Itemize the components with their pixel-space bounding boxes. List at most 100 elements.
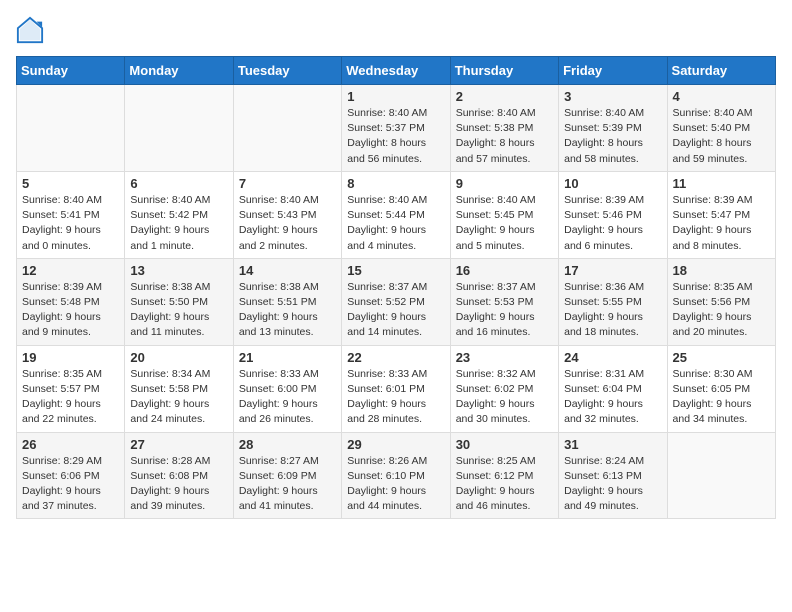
calendar-body: 1 Sunrise: 8:40 AM Sunset: 5:37 PM Daylig… (17, 85, 776, 519)
day-info: Sunrise: 8:39 AM Sunset: 5:46 PM Dayligh… (564, 193, 661, 254)
calendar-cell: 22 Sunrise: 8:33 AM Sunset: 6:01 PM Dayli… (342, 345, 450, 432)
calendar-cell: 12 Sunrise: 8:39 AM Sunset: 5:48 PM Dayli… (17, 258, 125, 345)
day-number: 23 (456, 350, 553, 365)
day-info: Sunrise: 8:40 AM Sunset: 5:41 PM Dayligh… (22, 193, 119, 254)
weekday-header-monday: Monday (125, 57, 233, 85)
day-info: Sunrise: 8:35 AM Sunset: 5:57 PM Dayligh… (22, 367, 119, 428)
calendar-cell: 5 Sunrise: 8:40 AM Sunset: 5:41 PM Daylig… (17, 171, 125, 258)
day-number: 15 (347, 263, 444, 278)
day-number: 4 (673, 89, 770, 104)
day-number: 28 (239, 437, 336, 452)
day-info: Sunrise: 8:37 AM Sunset: 5:52 PM Dayligh… (347, 280, 444, 341)
calendar-cell: 17Sunrise: 8:36 AM Sunset: 5:55 PM Dayli… (559, 258, 667, 345)
day-number: 2 (456, 89, 553, 104)
day-number: 12 (22, 263, 119, 278)
day-info: Sunrise: 8:32 AM Sunset: 6:02 PM Dayligh… (456, 367, 553, 428)
day-number: 5 (22, 176, 119, 191)
calendar-cell: 9Sunrise: 8:40 AM Sunset: 5:45 PM Daylig… (450, 171, 558, 258)
weekday-header-friday: Friday (559, 57, 667, 85)
day-number: 3 (564, 89, 661, 104)
calendar-cell: 31 Sunrise: 8:24 AM Sunset: 6:13 PM Dayli… (559, 432, 667, 519)
day-number: 31 (564, 437, 661, 452)
calendar-week-row: 5 Sunrise: 8:40 AM Sunset: 5:41 PM Daylig… (17, 171, 776, 258)
calendar-cell: 16Sunrise: 8:37 AM Sunset: 5:53 PM Dayli… (450, 258, 558, 345)
calendar-cell (233, 85, 341, 172)
day-number: 21 (239, 350, 336, 365)
calendar-table: SundayMondayTuesdayWednesdayThursdayFrid… (16, 56, 776, 519)
day-info: Sunrise: 8:26 AM Sunset: 6:10 PM Dayligh… (347, 454, 444, 515)
calendar-cell: 13 Sunrise: 8:38 AM Sunset: 5:50 PM Dayli… (125, 258, 233, 345)
day-info: Sunrise: 8:38 AM Sunset: 5:50 PM Dayligh… (130, 280, 227, 341)
weekday-header-wednesday: Wednesday (342, 57, 450, 85)
calendar-cell: 29 Sunrise: 8:26 AM Sunset: 6:10 PM Dayli… (342, 432, 450, 519)
day-info: Sunrise: 8:29 AM Sunset: 6:06 PM Dayligh… (22, 454, 119, 515)
day-number: 30 (456, 437, 553, 452)
calendar-cell: 8Sunrise: 8:40 AM Sunset: 5:44 PM Daylig… (342, 171, 450, 258)
day-number: 20 (130, 350, 227, 365)
day-number: 11 (673, 176, 770, 191)
day-info: Sunrise: 8:40 AM Sunset: 5:37 PM Dayligh… (347, 106, 444, 167)
calendar-week-row: 12 Sunrise: 8:39 AM Sunset: 5:48 PM Dayli… (17, 258, 776, 345)
day-info: Sunrise: 8:33 AM Sunset: 6:01 PM Dayligh… (347, 367, 444, 428)
day-info: Sunrise: 8:31 AM Sunset: 6:04 PM Dayligh… (564, 367, 661, 428)
calendar-cell (125, 85, 233, 172)
day-number: 10 (564, 176, 661, 191)
day-number: 13 (130, 263, 227, 278)
day-info: Sunrise: 8:30 AM Sunset: 6:05 PM Dayligh… (673, 367, 770, 428)
page-header (16, 16, 776, 44)
calendar-cell: 28 Sunrise: 8:27 AM Sunset: 6:09 PM Dayli… (233, 432, 341, 519)
day-number: 6 (130, 176, 227, 191)
calendar-week-row: 1 Sunrise: 8:40 AM Sunset: 5:37 PM Daylig… (17, 85, 776, 172)
calendar-cell: 24 Sunrise: 8:31 AM Sunset: 6:04 PM Dayli… (559, 345, 667, 432)
weekday-header-thursday: Thursday (450, 57, 558, 85)
calendar-cell: 26 Sunrise: 8:29 AM Sunset: 6:06 PM Dayli… (17, 432, 125, 519)
weekday-header-row: SundayMondayTuesdayWednesdayThursdayFrid… (17, 57, 776, 85)
calendar-cell: 4Sunrise: 8:40 AM Sunset: 5:40 PM Daylig… (667, 85, 775, 172)
calendar-cell: 11Sunrise: 8:39 AM Sunset: 5:47 PM Dayli… (667, 171, 775, 258)
calendar-cell: 3Sunrise: 8:40 AM Sunset: 5:39 PM Daylig… (559, 85, 667, 172)
calendar-cell: 6 Sunrise: 8:40 AM Sunset: 5:42 PM Daylig… (125, 171, 233, 258)
logo (16, 16, 48, 44)
day-number: 14 (239, 263, 336, 278)
calendar-cell: 14Sunrise: 8:38 AM Sunset: 5:51 PM Dayli… (233, 258, 341, 345)
day-number: 24 (564, 350, 661, 365)
calendar-week-row: 26 Sunrise: 8:29 AM Sunset: 6:06 PM Dayli… (17, 432, 776, 519)
calendar-cell: 10 Sunrise: 8:39 AM Sunset: 5:46 PM Dayli… (559, 171, 667, 258)
day-info: Sunrise: 8:24 AM Sunset: 6:13 PM Dayligh… (564, 454, 661, 515)
day-number: 26 (22, 437, 119, 452)
day-info: Sunrise: 8:25 AM Sunset: 6:12 PM Dayligh… (456, 454, 553, 515)
day-info: Sunrise: 8:40 AM Sunset: 5:42 PM Dayligh… (130, 193, 227, 254)
calendar-cell: 18 Sunrise: 8:35 AM Sunset: 5:56 PM Dayli… (667, 258, 775, 345)
day-info: Sunrise: 8:40 AM Sunset: 5:44 PM Dayligh… (347, 193, 444, 254)
day-info: Sunrise: 8:39 AM Sunset: 5:48 PM Dayligh… (22, 280, 119, 341)
day-number: 22 (347, 350, 444, 365)
weekday-header-tuesday: Tuesday (233, 57, 341, 85)
day-number: 17 (564, 263, 661, 278)
calendar-cell: 7Sunrise: 8:40 AM Sunset: 5:43 PM Daylig… (233, 171, 341, 258)
calendar-cell (17, 85, 125, 172)
calendar-cell: 21 Sunrise: 8:33 AM Sunset: 6:00 PM Dayli… (233, 345, 341, 432)
day-number: 1 (347, 89, 444, 104)
day-info: Sunrise: 8:40 AM Sunset: 5:45 PM Dayligh… (456, 193, 553, 254)
day-info: Sunrise: 8:28 AM Sunset: 6:08 PM Dayligh… (130, 454, 227, 515)
calendar-cell: 27 Sunrise: 8:28 AM Sunset: 6:08 PM Dayli… (125, 432, 233, 519)
calendar-header: SundayMondayTuesdayWednesdayThursdayFrid… (17, 57, 776, 85)
day-info: Sunrise: 8:35 AM Sunset: 5:56 PM Dayligh… (673, 280, 770, 341)
day-number: 18 (673, 263, 770, 278)
day-info: Sunrise: 8:34 AM Sunset: 5:58 PM Dayligh… (130, 367, 227, 428)
weekday-header-sunday: Sunday (17, 57, 125, 85)
day-info: Sunrise: 8:33 AM Sunset: 6:00 PM Dayligh… (239, 367, 336, 428)
day-number: 27 (130, 437, 227, 452)
day-number: 29 (347, 437, 444, 452)
calendar-cell: 15 Sunrise: 8:37 AM Sunset: 5:52 PM Dayli… (342, 258, 450, 345)
logo-icon (16, 16, 44, 44)
calendar-week-row: 19Sunrise: 8:35 AM Sunset: 5:57 PM Dayli… (17, 345, 776, 432)
calendar-cell: 25 Sunrise: 8:30 AM Sunset: 6:05 PM Dayli… (667, 345, 775, 432)
calendar-cell: 23 Sunrise: 8:32 AM Sunset: 6:02 PM Dayli… (450, 345, 558, 432)
day-info: Sunrise: 8:27 AM Sunset: 6:09 PM Dayligh… (239, 454, 336, 515)
day-number: 25 (673, 350, 770, 365)
calendar-cell (667, 432, 775, 519)
calendar-cell: 2Sunrise: 8:40 AM Sunset: 5:38 PM Daylig… (450, 85, 558, 172)
calendar-cell: 20 Sunrise: 8:34 AM Sunset: 5:58 PM Dayli… (125, 345, 233, 432)
day-number: 7 (239, 176, 336, 191)
